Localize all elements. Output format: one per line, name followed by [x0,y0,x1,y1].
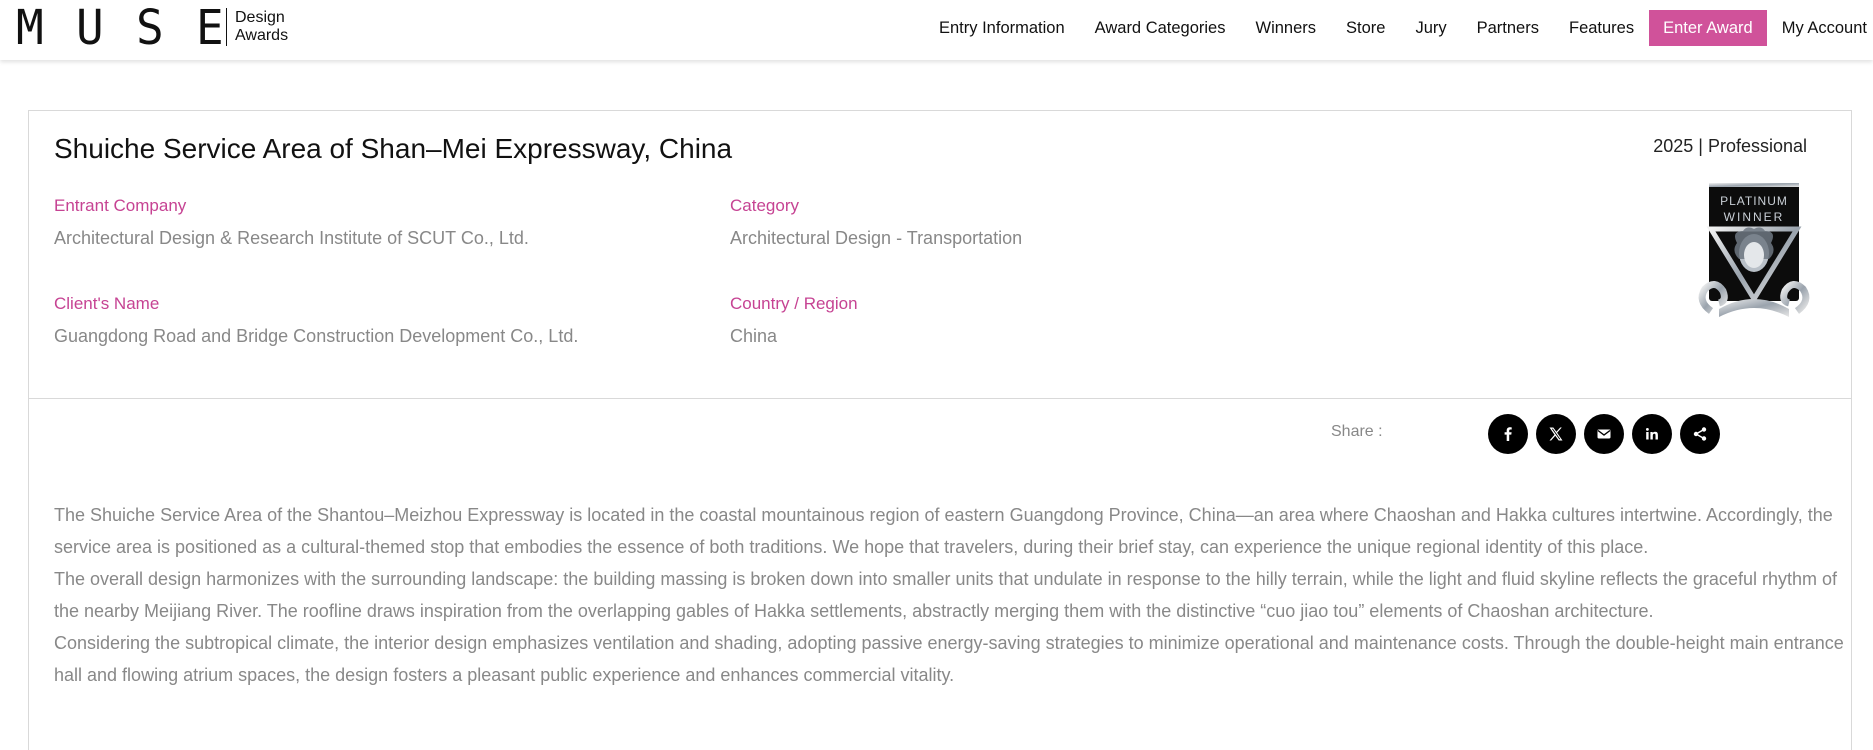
nav-winners[interactable]: Winners [1241,10,1332,46]
card-divider [29,398,1851,399]
logo-subtitle-line: Design [235,9,285,26]
more-share-button[interactable] [1680,414,1720,454]
linkedin-icon [1646,428,1658,440]
nav-award-categories[interactable]: Award Categories [1080,10,1241,46]
logo-letter: E [196,0,224,56]
site-header: M U S E Design Awards Entry Information … [0,0,1873,60]
badge-line-2: WINNER [1724,210,1785,224]
category-value: Architectural Design - Transportation [730,228,1023,248]
email-icon [1597,429,1611,439]
nav-entry-information[interactable]: Entry Information [924,10,1080,46]
muse-logo[interactable]: M U S E Design Awards [16,0,288,56]
category-label: Category [730,196,799,215]
logo-subtitle: Design Awards [235,9,288,45]
logo-letter: M [16,0,44,56]
description-paragraph: The overall design harmonizes with the s… [54,569,1837,621]
nav-partners[interactable]: Partners [1462,10,1554,46]
entrant-company-label: Entrant Company [54,196,187,215]
badge-line-1: PLATINUM [1720,194,1788,208]
my-account-link[interactable]: My Account [1767,10,1873,46]
platinum-winner-badge: PLATINUM WINNER [1698,183,1810,317]
entry-title: Shuiche Service Area of Shan–Mei Express… [54,133,733,164]
entry-card: Shuiche Service Area of Shan–Mei Express… [28,110,1852,750]
email-share-button[interactable] [1584,414,1624,454]
client-name-value: Guangdong Road and Bridge Construction D… [54,326,579,346]
nav-jury[interactable]: Jury [1400,10,1461,46]
entry-description: The Shuiche Service Area of the Shantou–… [54,499,1844,691]
client-name-label: Client's Name [54,294,160,313]
x-share-button[interactable] [1536,414,1576,454]
country-region-value: China [730,326,778,346]
logo-subtitle-line: Awards [235,27,289,44]
logo-letter: S [136,0,164,56]
country-region-label: Country / Region [730,294,858,313]
nav-store[interactable]: Store [1331,10,1400,46]
nav-features[interactable]: Features [1554,10,1649,46]
logo-letter: U [76,0,104,56]
year-level: 2025 | Professional [1653,136,1807,156]
main-nav: Entry Information Award Categories Winne… [924,10,1873,46]
entrant-company-value: Architectural Design & Research Institut… [54,228,529,248]
share-icon [1693,427,1707,441]
logo-wordmark: M U S E [16,0,224,56]
x-icon [1549,427,1563,441]
description-paragraph: The Shuiche Service Area of the Shantou–… [54,505,1833,557]
share-label: Share : [1331,423,1383,440]
logo-divider [226,8,227,46]
share-buttons [1488,414,1720,454]
facebook-share-button[interactable] [1488,414,1528,454]
linkedin-share-button[interactable] [1632,414,1672,454]
description-paragraph: Considering the subtropical climate, the… [54,633,1844,685]
facebook-icon [1504,427,1512,441]
enter-award-button[interactable]: Enter Award [1649,10,1767,46]
